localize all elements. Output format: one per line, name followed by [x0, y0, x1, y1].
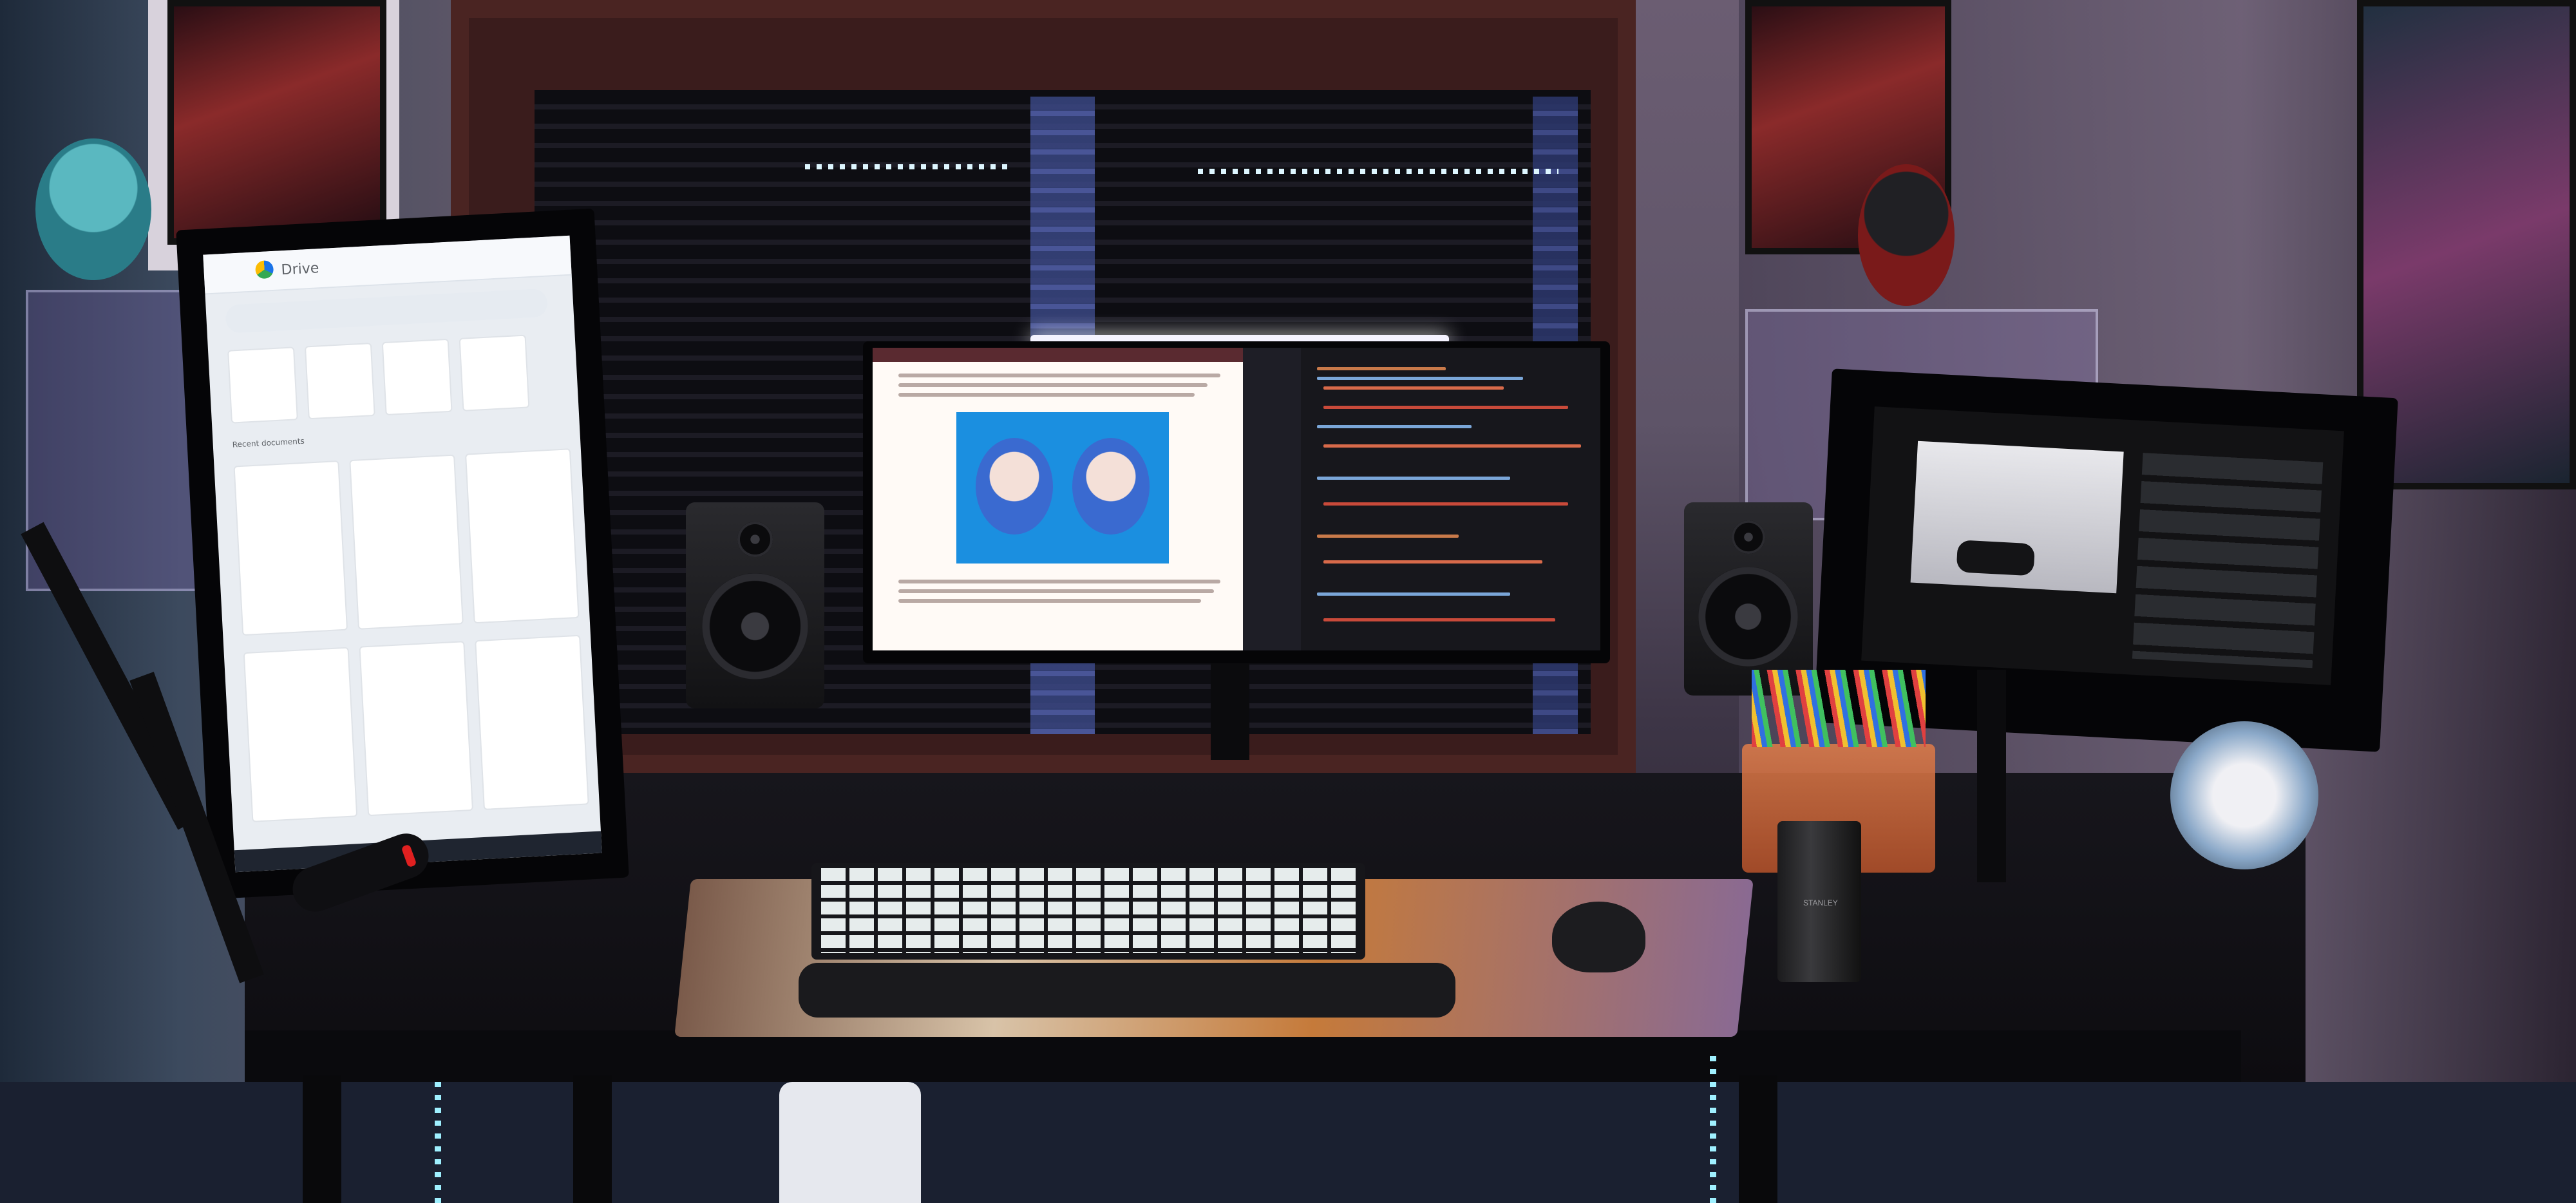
- code-line: [1317, 535, 1459, 538]
- drive-logo-icon: [254, 260, 274, 279]
- template-card[interactable]: [381, 338, 453, 416]
- right-speaker: [1684, 502, 1813, 696]
- code-line: [1317, 425, 1472, 428]
- recent-document[interactable]: [243, 647, 358, 822]
- recent-document[interactable]: [359, 641, 474, 817]
- left-speaker: [686, 502, 824, 708]
- plush-doll-right: [1858, 164, 1955, 306]
- recent-document[interactable]: [349, 454, 464, 630]
- recent-document[interactable]: [475, 634, 589, 810]
- article-paragraph: [898, 580, 1220, 583]
- drive-screen[interactable]: Drive Recent documents: [203, 235, 602, 873]
- code-line: [1317, 477, 1510, 480]
- browser-tab-bar[interactable]: [873, 348, 1243, 362]
- desk-led-strip: [435, 1082, 441, 1203]
- left-vertical-monitor: Drive Recent documents: [176, 208, 629, 900]
- video-sidebar[interactable]: [2132, 453, 2324, 668]
- thermos: STANLEY: [1777, 821, 1861, 982]
- drive-app-title: Drive: [281, 260, 319, 279]
- code-line: [1317, 367, 1446, 370]
- fumo-figure-icon: [1072, 438, 1150, 535]
- desk-edge: [245, 1030, 2241, 1082]
- tweeter: [737, 522, 773, 557]
- code-line: [1323, 560, 1542, 564]
- code-line: [1317, 592, 1510, 596]
- article-paragraph: [898, 383, 1208, 387]
- recent-document[interactable]: [233, 460, 348, 636]
- code-line: [1317, 377, 1523, 380]
- code-line: [1323, 444, 1581, 448]
- editor-file-tree[interactable]: [1243, 348, 1301, 650]
- article-paragraph: [898, 393, 1195, 397]
- article-paragraph: [898, 599, 1201, 603]
- drive-search-input[interactable]: [225, 288, 549, 334]
- speaker-icon: [702, 573, 808, 679]
- desk-leg: [573, 1075, 612, 1203]
- recent-document[interactable]: [465, 448, 580, 624]
- keyboard-keys[interactable]: [821, 868, 1356, 953]
- monitor-stand: [1211, 663, 1249, 760]
- code-line: [1323, 502, 1568, 506]
- speaker-icon: [1698, 567, 1798, 667]
- code-line: [1323, 386, 1504, 390]
- floor: [0, 1082, 2576, 1203]
- drive-top-bar: Drive: [203, 235, 572, 295]
- fumo-figure-icon: [976, 438, 1053, 535]
- trash-bin: [779, 1082, 921, 1203]
- desk-led-strip: [1710, 1056, 1716, 1203]
- wrist-rest: [799, 963, 1455, 1018]
- center-screen[interactable]: [873, 348, 1600, 650]
- article-paragraph: [898, 589, 1214, 593]
- video-subject: [1956, 540, 2036, 576]
- led-strip: [805, 164, 1011, 169]
- thermos-label: STANLEY: [1803, 898, 1838, 907]
- snow-globe: [2170, 721, 2318, 869]
- recent-section-label: Recent documents: [232, 436, 305, 450]
- desk-leg: [1739, 1075, 1777, 1203]
- pencils: [1752, 670, 1926, 747]
- mouse-icon[interactable]: [1552, 902, 1645, 972]
- right-monitor-stand: [1977, 670, 2006, 882]
- code-line: [1323, 406, 1568, 409]
- desk-setup-photo: { "scene": { "description_tag": "photo",…: [0, 0, 2576, 1203]
- led-strip: [1198, 169, 1558, 174]
- left-poster: [167, 0, 386, 245]
- fumo-photo: [956, 412, 1169, 564]
- video-screen[interactable]: [1861, 406, 2344, 685]
- tweeter: [1732, 520, 1765, 554]
- desk-leg: [303, 1075, 341, 1203]
- template-card[interactable]: [227, 346, 298, 424]
- browser-window[interactable]: [873, 348, 1243, 650]
- code-line: [1323, 618, 1555, 621]
- plush-doll-left: [35, 138, 151, 280]
- template-card[interactable]: [459, 334, 530, 412]
- article-paragraph: [898, 374, 1220, 377]
- template-card[interactable]: [304, 343, 375, 420]
